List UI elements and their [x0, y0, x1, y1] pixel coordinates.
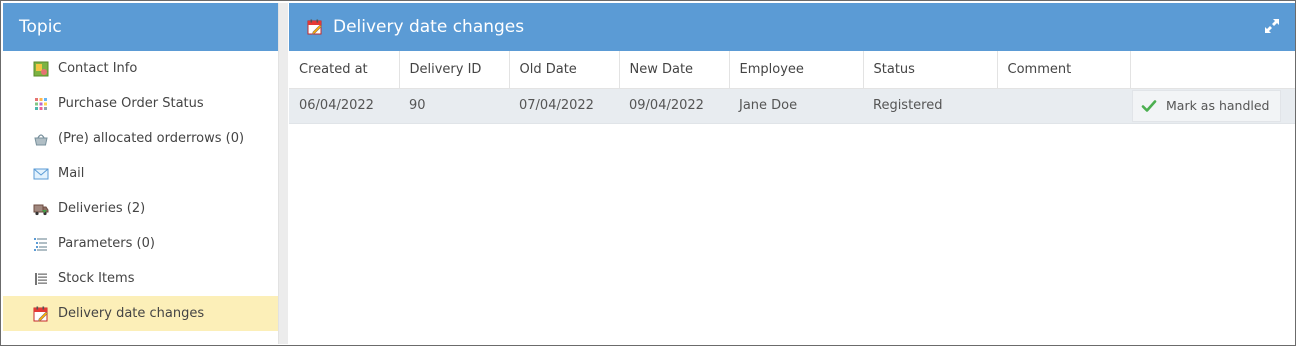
sidebar-item-label: Delivery date changes	[58, 306, 205, 321]
sidebar-item-label: Contact Info	[58, 61, 138, 76]
cell-delivery-id: 90	[399, 88, 509, 124]
mark-as-handled-button[interactable]: Mark as handled	[1132, 89, 1281, 122]
truck-icon	[33, 201, 49, 217]
checkmark-icon	[1141, 98, 1157, 114]
stock-list-icon	[33, 271, 49, 287]
cell-status: Registered	[863, 88, 997, 124]
column-header-employee[interactable]: Employee	[729, 51, 864, 89]
panel-title: Delivery date changes	[333, 17, 525, 37]
sidebar-item-contact-info[interactable]: Contact Info	[3, 51, 278, 86]
cell-created-at: 06/04/2022	[289, 88, 399, 124]
sidebar-item-label: (Pre) allocated orderrows (0)	[58, 131, 245, 146]
envelope-icon	[33, 166, 49, 182]
column-header-comment[interactable]: Comment	[997, 51, 1131, 89]
cell-new-date: 09/04/2022	[619, 88, 729, 124]
sidebar-item-purchase-order-status[interactable]: Purchase Order Status	[3, 86, 278, 121]
column-header-status[interactable]: Status	[863, 51, 998, 89]
topic-sidebar: Topic Contact Info Purchase Order Status	[3, 3, 279, 344]
topic-list: Contact Info Purchase Order Status (Pre)…	[3, 51, 278, 331]
panel-splitter[interactable]	[279, 3, 288, 344]
calendar-edit-icon	[307, 19, 323, 35]
column-header-created-at[interactable]: Created at	[289, 51, 400, 89]
column-header-delivery-id[interactable]: Delivery ID	[399, 51, 510, 89]
sidebar-item-mail[interactable]: Mail	[3, 156, 278, 191]
cell-comment	[997, 88, 1130, 124]
sidebar-title: Topic	[3, 3, 278, 51]
column-header-actions	[1130, 51, 1295, 89]
sidebar-item-label: Purchase Order Status	[58, 96, 204, 111]
column-header-new-date[interactable]: New Date	[619, 51, 730, 89]
basket-icon	[33, 131, 49, 147]
table-row[interactable]: 06/04/2022 90 07/04/2022 09/04/2022 Jane…	[289, 88, 1295, 124]
delivery-date-changes-table: Created at Delivery ID Old Date New Date…	[289, 51, 1295, 124]
sidebar-item-parameters[interactable]: Parameters (0)	[3, 226, 278, 261]
expand-icon[interactable]	[1263, 17, 1281, 35]
table-header-row: Created at Delivery ID Old Date New Date…	[289, 51, 1295, 89]
sidebar-item-label: Stock Items	[58, 271, 135, 286]
cell-old-date: 07/04/2022	[509, 88, 619, 124]
status-grid-icon	[33, 96, 49, 112]
panel-header: Delivery date changes	[289, 3, 1295, 51]
calendar-edit-icon	[33, 306, 49, 322]
sidebar-item-label: Deliveries (2)	[58, 201, 146, 216]
cell-action: Mark as handled	[1130, 88, 1295, 124]
contact-card-icon	[33, 61, 49, 77]
cell-employee: Jane Doe	[729, 88, 863, 124]
sidebar-item-stock-items[interactable]: Stock Items	[3, 261, 278, 296]
sidebar-item-pre-allocated-orderrows[interactable]: (Pre) allocated orderrows (0)	[3, 121, 278, 156]
sidebar-item-label: Parameters (0)	[58, 236, 155, 251]
window-frame: Topic Contact Info Purchase Order Status	[0, 0, 1296, 346]
sidebar-item-delivery-date-changes[interactable]: Delivery date changes	[3, 296, 278, 331]
parameters-list-icon	[33, 236, 49, 252]
mark-as-handled-label: Mark as handled	[1166, 98, 1270, 113]
sidebar-item-label: Mail	[58, 166, 85, 181]
column-header-old-date[interactable]: Old Date	[509, 51, 620, 89]
sidebar-item-deliveries[interactable]: Deliveries (2)	[3, 191, 278, 226]
delivery-date-changes-panel: Delivery date changes Created at Deliver…	[289, 3, 1295, 344]
